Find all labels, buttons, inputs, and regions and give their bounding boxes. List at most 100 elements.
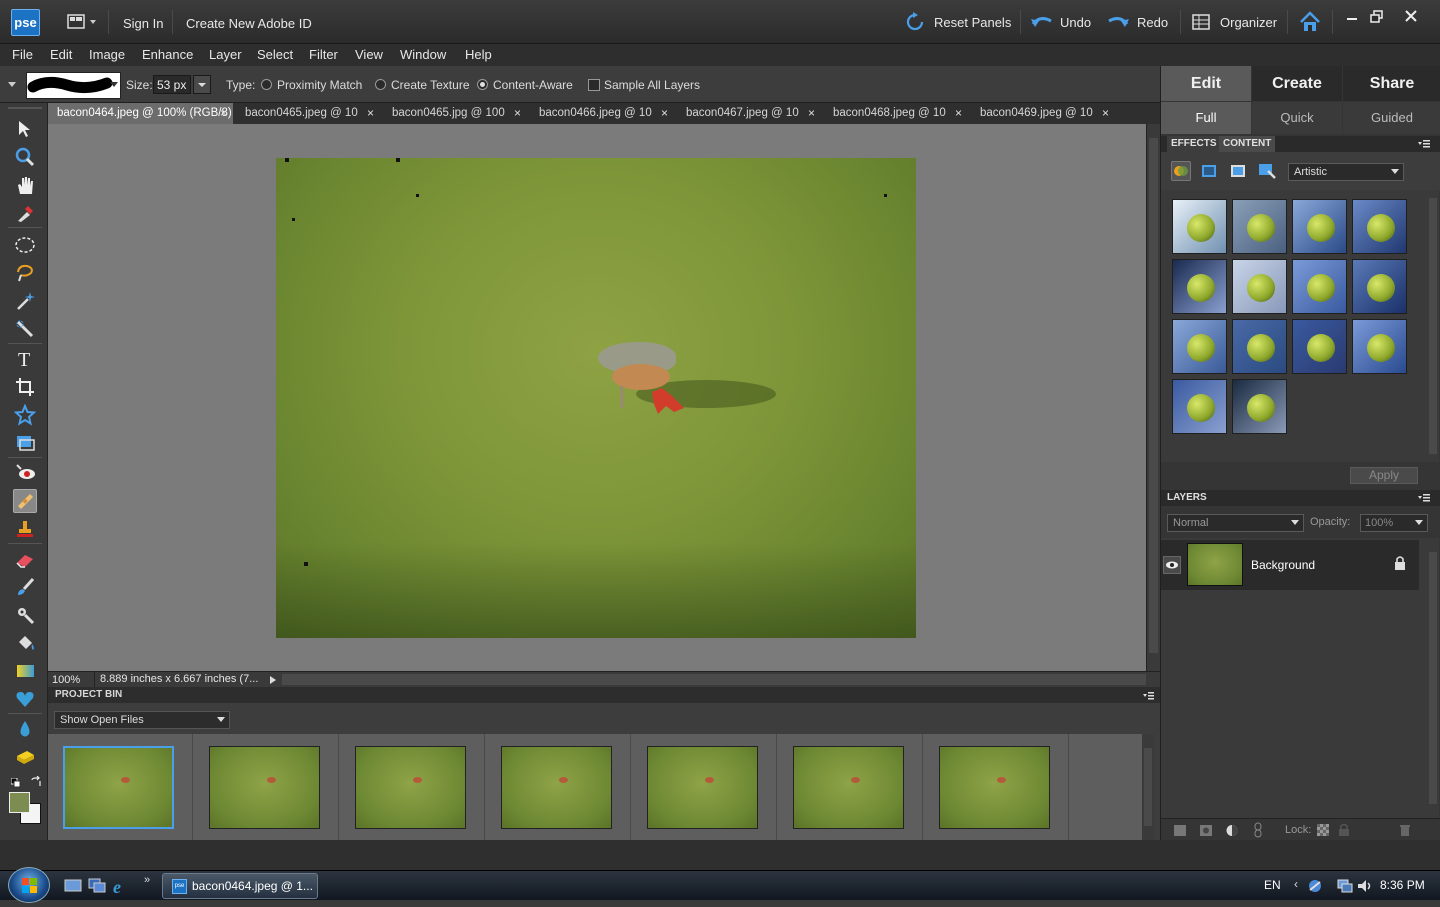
cookie-cutter-tool[interactable] — [13, 403, 37, 427]
close-tab-icon[interactable]: × — [808, 103, 815, 124]
internet-explorer-icon[interactable]: e — [110, 876, 130, 896]
blur-tool[interactable] — [13, 717, 37, 741]
type-tool[interactable]: T — [13, 347, 37, 371]
menu-file[interactable]: File — [12, 47, 33, 62]
show-desktop-icon[interactable] — [64, 878, 82, 894]
tab-share[interactable]: Share — [1343, 66, 1440, 101]
effect-thumbnail[interactable] — [1232, 199, 1287, 254]
clone-stamp-tool[interactable] — [13, 517, 37, 541]
recompose-tool[interactable] — [13, 431, 37, 455]
bin-item[interactable] — [778, 734, 923, 840]
menu-help[interactable]: Help — [465, 47, 492, 62]
hand-tool[interactable] — [13, 173, 37, 197]
close-tab-icon[interactable]: × — [955, 103, 962, 124]
show-all-button[interactable] — [1257, 161, 1277, 181]
photo-effects-button[interactable] — [1171, 161, 1191, 181]
brush-picker[interactable] — [26, 72, 121, 99]
menu-layer[interactable]: Layer — [209, 47, 242, 62]
doc-tab-1[interactable]: bacon0465.jpeg @ 10... — [236, 103, 358, 124]
size-slider-button[interactable] — [193, 75, 211, 94]
crop-tool[interactable] — [13, 375, 37, 399]
bin-item[interactable] — [48, 734, 193, 840]
effect-thumbnail[interactable] — [1292, 199, 1347, 254]
menu-filter[interactable]: Filter — [309, 47, 338, 62]
link-layers-icon[interactable] — [1253, 822, 1263, 838]
close-tab-icon[interactable]: × — [1102, 103, 1109, 124]
smart-brush-tool[interactable] — [13, 603, 37, 627]
size-input[interactable]: 53 px — [153, 75, 191, 94]
restore-button[interactable] — [1370, 10, 1384, 24]
panel-menu-icon[interactable] — [1417, 139, 1431, 149]
eyedropper-tool[interactable] — [13, 201, 37, 225]
paint-bucket-tool[interactable] — [13, 631, 37, 655]
canvas-horizontal-scrollbar[interactable] — [282, 674, 1146, 685]
trash-icon[interactable] — [1399, 823, 1411, 837]
panel-menu-icon[interactable] — [1417, 493, 1431, 503]
project-bin-menu-icon[interactable] — [1142, 690, 1154, 700]
content-aware-radio[interactable] — [477, 79, 488, 90]
menu-image[interactable]: Image — [89, 47, 125, 62]
project-bin-scrollbar[interactable] — [1142, 734, 1154, 840]
doc-tab-6[interactable]: bacon0469.jpeg @ 10... — [971, 103, 1093, 124]
mask-icon[interactable] — [1225, 824, 1239, 837]
redo-button[interactable]: Redo — [1106, 10, 1171, 34]
layer-styles-button[interactable] — [1199, 161, 1219, 181]
adjustment-layer-icon[interactable] — [1199, 824, 1213, 837]
taskbar-task-pse[interactable]: pse bacon0464.jpeg @ 1... — [162, 873, 318, 899]
tray-network-tool-icon[interactable] — [1306, 878, 1324, 894]
eraser-tool[interactable] — [13, 547, 37, 571]
menu-window[interactable]: Window — [400, 47, 446, 62]
network-icon[interactable] — [1336, 878, 1354, 894]
home-button[interactable] — [1298, 10, 1322, 34]
layer-visibility-toggle[interactable] — [1163, 556, 1181, 574]
foreground-color-swatch[interactable] — [9, 792, 30, 813]
sign-in-link[interactable]: Sign In — [123, 16, 163, 31]
new-layer-icon[interactable] — [1173, 824, 1187, 837]
brush-tool[interactable] — [13, 575, 37, 599]
doc-tab-4[interactable]: bacon0467.jpeg @ 10... — [677, 103, 799, 124]
quick-selection-tool[interactable] — [13, 317, 37, 341]
close-tab-icon[interactable]: × — [220, 103, 227, 124]
blend-mode-dropdown[interactable]: Normal — [1167, 514, 1304, 532]
content-aware-label[interactable]: Content-Aware — [493, 78, 573, 92]
close-window-button[interactable] — [1403, 8, 1419, 24]
lock-transparency-icon[interactable] — [1317, 824, 1329, 836]
effect-thumbnail[interactable] — [1172, 199, 1227, 254]
effect-thumbnail[interactable] — [1232, 259, 1287, 314]
zoom-level[interactable]: 100% — [52, 674, 80, 686]
status-menu-arrow[interactable] — [268, 674, 278, 684]
tab-create[interactable]: Create — [1252, 66, 1342, 101]
effects-tab[interactable]: EFFECTS — [1167, 136, 1221, 152]
effects-scrollbar[interactable] — [1427, 190, 1439, 462]
effect-thumbnail[interactable] — [1352, 319, 1407, 374]
doc-tab-5[interactable]: bacon0468.jpeg @ 10... — [824, 103, 946, 124]
menu-select[interactable]: Select — [257, 47, 293, 62]
brush-picker-arrow[interactable] — [108, 78, 120, 90]
doc-tab-2[interactable]: bacon0465.jpg @ 100... — [383, 103, 505, 124]
start-button[interactable] — [8, 867, 50, 903]
undo-button[interactable]: Undo — [1030, 10, 1095, 34]
reset-panels-button[interactable]: Reset Panels — [903, 10, 1013, 34]
magic-wand-tool[interactable] — [13, 289, 37, 313]
tab-edit[interactable]: Edit — [1161, 66, 1251, 101]
volume-icon[interactable] — [1356, 878, 1374, 894]
bin-item[interactable] — [924, 734, 1069, 840]
move-tool[interactable] — [13, 117, 37, 141]
doc-tab-0[interactable]: bacon0464.jpeg @ 100% (RGB/8) — [48, 103, 233, 124]
subtab-guided[interactable]: Guided — [1343, 102, 1440, 134]
effect-thumbnail[interactable] — [1292, 319, 1347, 374]
language-indicator[interactable]: EN — [1264, 878, 1281, 892]
create-texture-radio[interactable] — [375, 79, 386, 90]
quicklaunch-overflow-icon[interactable]: » — [144, 874, 150, 886]
lasso-tool[interactable] — [13, 261, 37, 285]
doc-tab-3[interactable]: bacon0466.jpeg @ 10... — [530, 103, 652, 124]
swap-colors-icon[interactable] — [30, 775, 42, 788]
canvas-vertical-scrollbar[interactable] — [1146, 124, 1160, 671]
sample-all-layers-checkbox[interactable] — [588, 79, 600, 91]
effect-thumbnail[interactable] — [1292, 259, 1347, 314]
close-tab-icon[interactable]: × — [367, 103, 374, 124]
red-eye-tool[interactable] — [13, 461, 37, 485]
subtab-full[interactable]: Full — [1161, 102, 1251, 134]
effect-thumbnail[interactable] — [1232, 319, 1287, 374]
effect-thumbnail[interactable] — [1172, 319, 1227, 374]
